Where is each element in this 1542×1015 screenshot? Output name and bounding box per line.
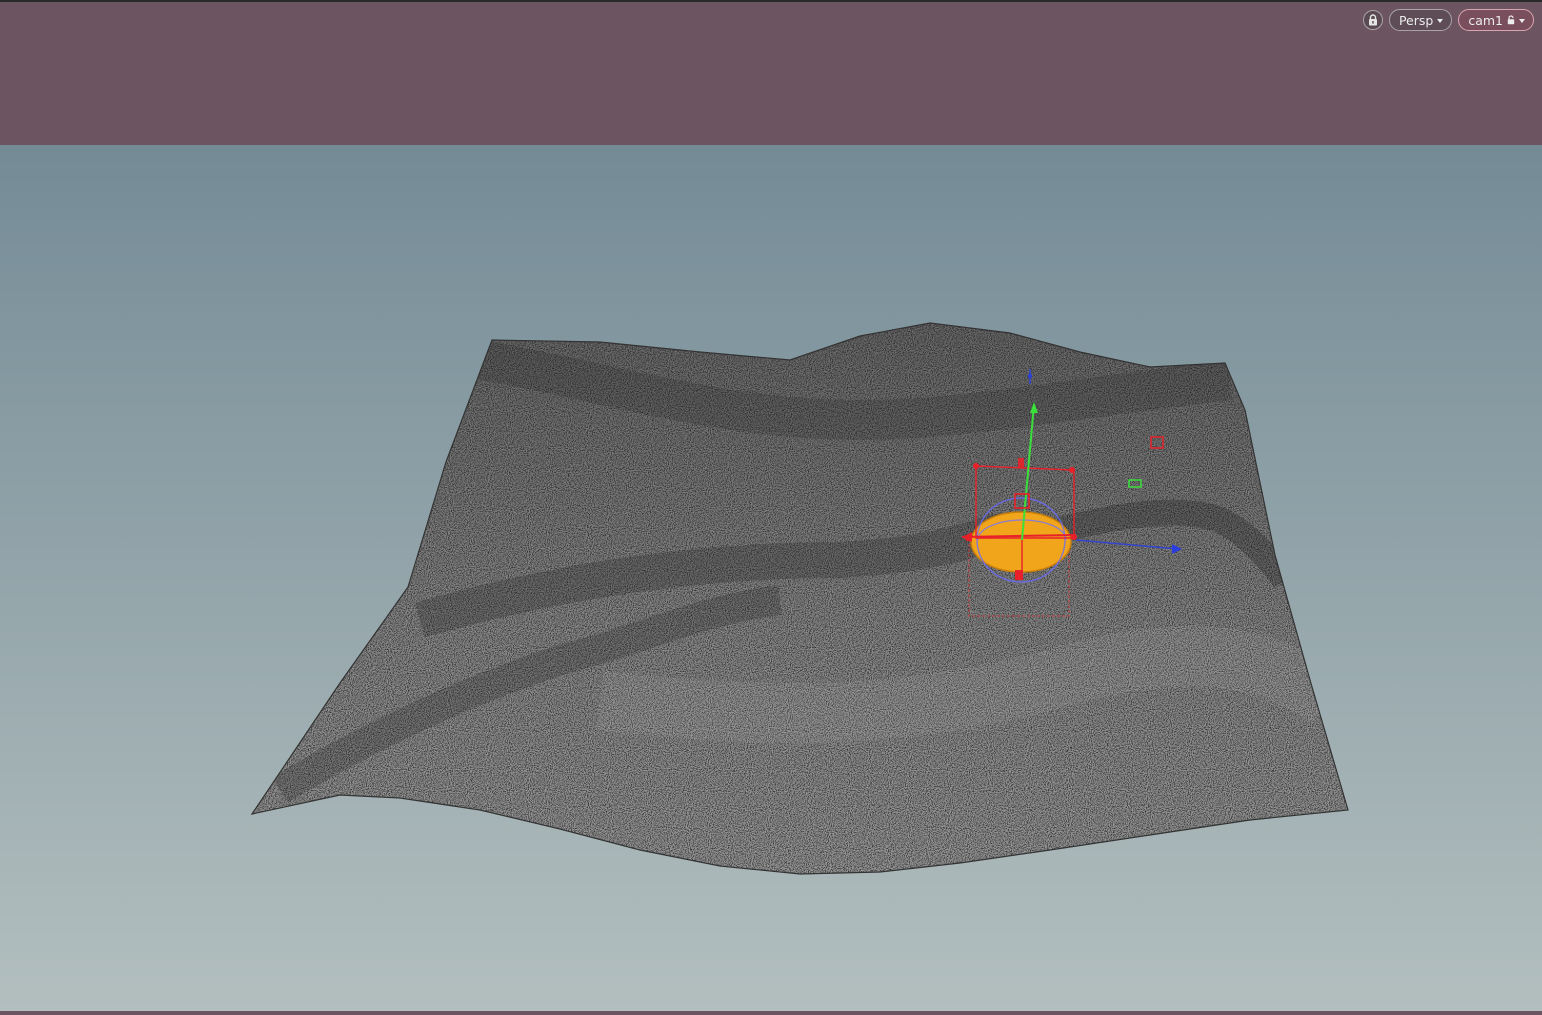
- view-projection-label: Persp: [1398, 12, 1434, 28]
- view-projection-menu[interactable]: Persp: [1388, 9, 1453, 31]
- lock-icon: [1368, 14, 1377, 26]
- scene-viewport[interactable]: Persp cam1: [0, 0, 1542, 1015]
- chevron-down-icon: [1437, 19, 1444, 23]
- scene-canvas[interactable]: [0, 0, 1542, 1015]
- lock-icon: [1507, 15, 1515, 25]
- terrain-mesh[interactable]: [240, 320, 1360, 880]
- camera-label: cam1: [1468, 12, 1503, 28]
- viewport-toolbar: Persp cam1: [1362, 9, 1534, 31]
- chevron-down-icon: [1519, 19, 1525, 23]
- selected-geometry[interactable]: [970, 511, 1072, 573]
- viewport-bottom-border: [0, 1011, 1542, 1015]
- camera-menu[interactable]: cam1: [1458, 9, 1534, 31]
- view-lock-button[interactable]: [1362, 10, 1383, 30]
